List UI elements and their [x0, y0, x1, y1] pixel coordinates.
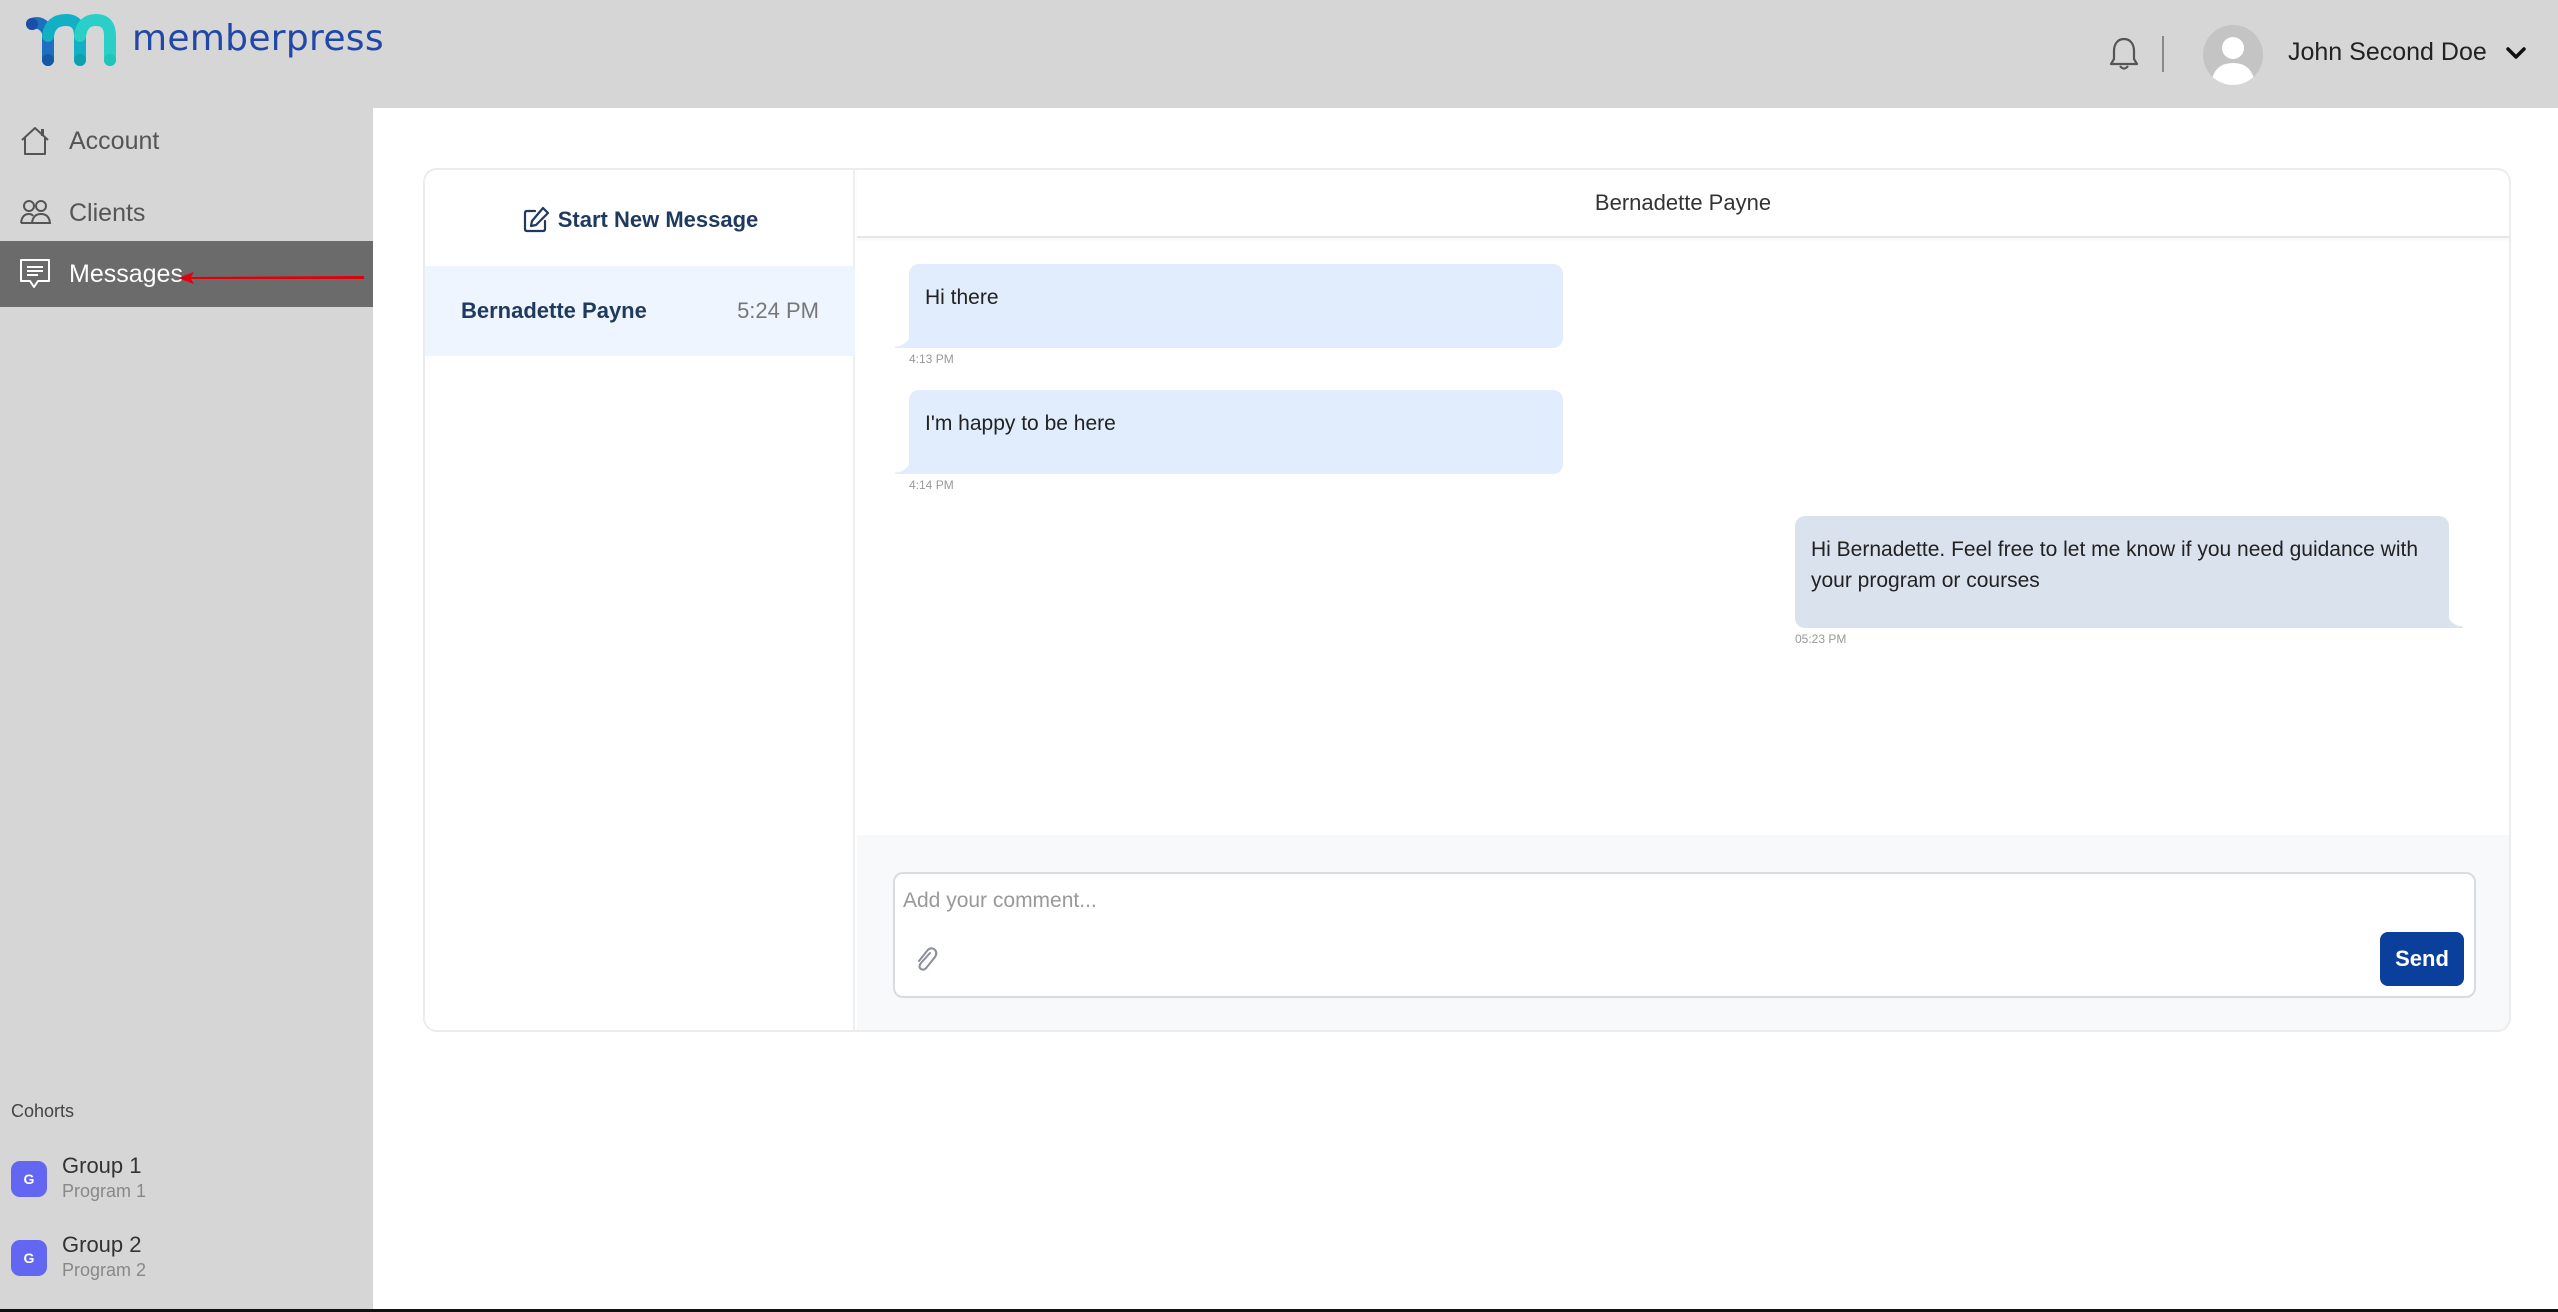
sidebar-item-label: Account [69, 126, 160, 155]
memberpress-logo-icon [26, 14, 116, 66]
sidebar-item-clients[interactable]: Clients [0, 180, 373, 246]
sidebar-item-messages[interactable]: Messages [0, 241, 373, 307]
cohort-item[interactable]: G Group 2 Program 2 [11, 1232, 351, 1292]
cohort-badge: G [11, 1161, 47, 1197]
message-time: 05:23 PM [1795, 632, 1847, 646]
message-icon [20, 259, 50, 288]
message-incoming: I'm happy to be here 4:14 PM [895, 390, 1563, 492]
cohort-badge: G [11, 1240, 47, 1276]
paperclip-icon[interactable] [911, 944, 941, 974]
avatar[interactable] [2203, 25, 2263, 85]
memberpress-logo[interactable]: memberpress [22, 14, 384, 70]
brand-name: memberpress [132, 17, 384, 59]
start-new-message-button[interactable]: Start New Message [425, 200, 855, 240]
sidebar-item-label: Clients [69, 198, 146, 227]
header-divider [2162, 36, 2164, 72]
cohort-program: Program 1 [62, 1181, 147, 1201]
message-incoming: Hi there 4:13 PM [895, 264, 1563, 366]
messages-card: Start New Message Bernadette Payne 5:24 … [423, 168, 2511, 1032]
message-bubble: I'm happy to be here [895, 390, 1563, 474]
edit-icon [523, 206, 549, 233]
message-time: 4:13 PM [909, 352, 954, 366]
cohort-program: Program 2 [62, 1260, 147, 1280]
send-button[interactable]: Send [2380, 932, 2464, 986]
message-time: 4:14 PM [909, 478, 954, 492]
start-new-message-label: Start New Message [557, 207, 759, 232]
message-thread: Hi there 4:13 PM I'm happy to be here 4:… [857, 240, 2509, 836]
users-icon [20, 200, 52, 224]
top-header: memberpress John Second Doe [0, 0, 2558, 108]
conversation-item[interactable]: Bernadette Payne 5:24 PM [425, 266, 855, 356]
cohorts-title: Cohorts [11, 1101, 75, 1121]
chevron-down-icon[interactable] [2504, 44, 2528, 62]
composer-area: Send [857, 835, 2509, 1030]
bell-icon[interactable] [2108, 36, 2140, 72]
home-icon [21, 127, 49, 155]
sidebar: Account Clients Messages Cohorts G Group… [0, 108, 373, 1310]
user-avatar-icon [2211, 37, 2255, 85]
chat-panel: Bernadette Payne Hi there 4:13 PM I'm ha… [857, 170, 2509, 1030]
sidebar-item-account[interactable]: Account [0, 108, 373, 174]
message-bubble: Hi Bernadette. Feel free to let me know … [1795, 516, 2463, 628]
cohort-name: Group 1 [62, 1153, 142, 1178]
comment-composer: Send [893, 872, 2476, 998]
message-outgoing: Hi Bernadette. Feel free to let me know … [1795, 516, 2463, 646]
cohort-name: Group 2 [62, 1232, 142, 1257]
message-bubble: Hi there [895, 264, 1563, 348]
sidebar-item-label: Messages [69, 259, 183, 288]
annotation-arrow-icon [178, 272, 364, 284]
user-name[interactable]: John Second Doe [2288, 38, 2487, 67]
chat-title: Bernadette Payne [857, 170, 2509, 238]
comment-input[interactable] [903, 884, 2303, 918]
conversation-name: Bernadette Payne [461, 298, 647, 323]
cohort-item[interactable]: G Group 1 Program 1 [11, 1153, 351, 1213]
conversation-list: Start New Message Bernadette Payne 5:24 … [425, 170, 855, 1030]
conversation-time: 5:24 PM [737, 298, 819, 323]
